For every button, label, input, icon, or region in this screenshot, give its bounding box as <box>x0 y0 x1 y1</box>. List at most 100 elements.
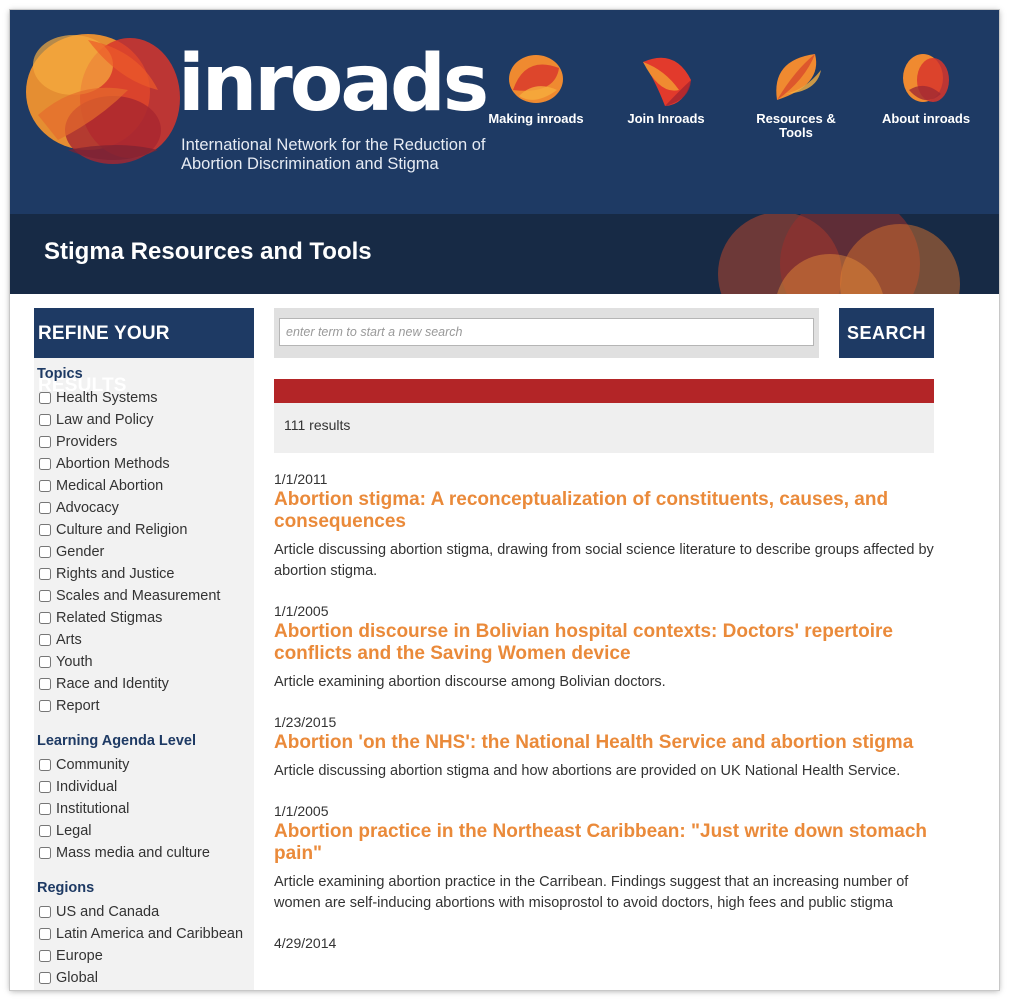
filter-checkbox[interactable] <box>39 803 51 815</box>
filter-option[interactable]: Mass media and culture <box>34 842 254 864</box>
filter-option-label: Gender <box>56 544 105 560</box>
result-item: 1/1/2005 Abortion practice in the Northea… <box>274 802 944 914</box>
result-title-link[interactable]: Abortion practice in the Northeast Carib… <box>274 821 944 865</box>
filter-group: Topics Health Systems Law and Policy Provid… <box>34 366 254 717</box>
filter-group-title: Regions <box>37 880 95 896</box>
result-description: Article discussing abortion stigma and h… <box>274 763 901 779</box>
filter-option[interactable]: Culture and Religion <box>34 519 254 541</box>
filter-option[interactable]: Gender <box>34 541 254 563</box>
filter-checkbox[interactable] <box>39 590 51 602</box>
filter-checkbox[interactable] <box>39 458 51 470</box>
filter-option[interactable]: Scales and Measurement <box>34 585 254 607</box>
filter-checkbox[interactable] <box>39 678 51 690</box>
filter-checkbox[interactable] <box>39 700 51 712</box>
filter-option[interactable]: Related Stigmas <box>34 607 254 629</box>
filter-checkbox[interactable] <box>39 524 51 536</box>
filter-option[interactable]: US and Canada <box>34 901 254 923</box>
refine-sidebar: REFINE YOUR RESULTS Topics Health Systems… <box>34 308 254 990</box>
nav-label: About inroads <box>881 111 971 126</box>
filter-checkbox[interactable] <box>39 928 51 940</box>
filter-option[interactable]: Europe <box>34 945 254 967</box>
filter-option[interactable]: Arts <box>34 629 254 651</box>
filter-option-label: Providers <box>56 434 118 450</box>
filter-option[interactable]: Latin America and Caribbean <box>34 923 254 945</box>
filter-checkbox[interactable] <box>39 480 51 492</box>
result-date: 4/29/2014 <box>274 935 337 951</box>
filter-option[interactable]: Legal <box>34 820 254 842</box>
filter-option[interactable]: Providers <box>34 431 254 453</box>
filter-option-label: Race and Identity <box>56 676 169 692</box>
result-date: 1/23/2015 <box>274 714 337 730</box>
filter-option-label: Law and Policy <box>56 412 154 428</box>
result-item: 1/23/2015 Abortion 'on the NHS': the Nati… <box>274 713 944 782</box>
filter-option[interactable]: Community <box>34 754 254 776</box>
filter-option[interactable]: Race and Identity <box>34 673 254 695</box>
brand-tagline: International Network for the Reduction … <box>181 136 486 173</box>
search-input[interactable] <box>279 318 814 346</box>
refine-heading: REFINE YOUR RESULTS <box>34 308 254 396</box>
filter-option[interactable]: Law and Policy <box>34 409 254 431</box>
page-banner: Stigma Resources and Tools <box>10 214 999 294</box>
result-description: Article discussing abortion stigma, draw… <box>274 542 934 579</box>
filter-option[interactable]: Report <box>34 695 254 717</box>
resources-tools-icon <box>776 54 821 100</box>
filter-option[interactable]: Abortion Methods <box>34 453 254 475</box>
filter-group: Learning Agenda Level Community Individual… <box>34 733 254 864</box>
filter-checkbox[interactable] <box>39 546 51 558</box>
filter-checkbox[interactable] <box>39 502 51 514</box>
result-title-link[interactable]: Abortion 'on the NHS': the National Heal… <box>274 732 944 754</box>
filter-checkbox[interactable] <box>39 612 51 624</box>
filter-checkbox[interactable] <box>39 656 51 668</box>
filter-checkbox[interactable] <box>39 759 51 771</box>
filter-option-label: Individual <box>56 779 118 795</box>
result-title-link[interactable]: Abortion stigma: A reconceptualization o… <box>274 489 944 533</box>
filter-option-label: Advocacy <box>56 500 119 516</box>
filter-checkbox[interactable] <box>39 781 51 793</box>
filter-checkbox[interactable] <box>39 972 51 984</box>
making-inroads-icon <box>509 55 563 103</box>
filter-checkbox[interactable] <box>39 436 51 448</box>
filter-option-label: Abortion Methods <box>56 456 170 472</box>
filter-option-label: Report <box>56 698 100 714</box>
filter-option-label: Arts <box>56 632 82 648</box>
filter-checkbox[interactable] <box>39 568 51 580</box>
filter-checkbox[interactable] <box>39 906 51 918</box>
results-count-box: 111 results <box>274 403 934 453</box>
page-frame: inroads International Network for the Re… <box>10 10 999 990</box>
filter-option-label: Europe <box>56 948 103 964</box>
brand-name[interactable]: inroads <box>178 45 489 123</box>
nav-making-inroads[interactable]: Making inroads <box>476 50 596 126</box>
filter-option[interactable]: Youth <box>34 651 254 673</box>
decorative-circles-icon <box>718 214 960 294</box>
filter-option[interactable]: Health Systems <box>34 387 254 409</box>
filter-checkbox[interactable] <box>39 847 51 859</box>
filter-option-label: Legal <box>56 823 92 839</box>
nav-resources-tools[interactable]: Resources & Tools <box>736 50 856 140</box>
nav-about-inroads[interactable]: About inroads <box>866 50 986 126</box>
result-date: 1/1/2005 <box>274 803 329 819</box>
filter-option[interactable]: Rights and Justice <box>34 563 254 585</box>
result-description: Article examining abortion discourse amo… <box>274 674 666 690</box>
result-description: Article examining abortion practice in t… <box>274 874 909 911</box>
filter-option[interactable]: Individual <box>34 776 254 798</box>
search-button[interactable]: SEARCH <box>839 308 934 358</box>
filter-option[interactable]: Advocacy <box>34 497 254 519</box>
filter-checkbox[interactable] <box>39 414 51 426</box>
filter-option[interactable]: Medical Abortion <box>34 475 254 497</box>
about-inroads-icon <box>903 54 949 102</box>
result-title-link[interactable]: Abortion discourse in Bolivian hospital … <box>274 621 944 665</box>
filter-option[interactable]: Institutional <box>34 798 254 820</box>
filter-checkbox[interactable] <box>39 950 51 962</box>
nav-join-inroads[interactable]: Join Inroads <box>606 50 726 126</box>
filter-checkbox[interactable] <box>39 392 51 404</box>
filter-checkbox[interactable] <box>39 825 51 837</box>
filter-option-label: US and Canada <box>56 904 160 920</box>
filter-option[interactable]: Global <box>34 967 254 989</box>
filter-group: Regions US and Canada Latin America and Ca… <box>34 880 254 989</box>
filter-checkbox[interactable] <box>39 634 51 646</box>
results-count: 111 results <box>284 417 351 433</box>
filter-group-title: Learning Agenda Level <box>37 733 196 749</box>
filter-option-label: Related Stigmas <box>56 610 163 626</box>
filter-option-label: Scales and Measurement <box>56 588 221 604</box>
inroads-logo-icon[interactable] <box>18 20 183 170</box>
